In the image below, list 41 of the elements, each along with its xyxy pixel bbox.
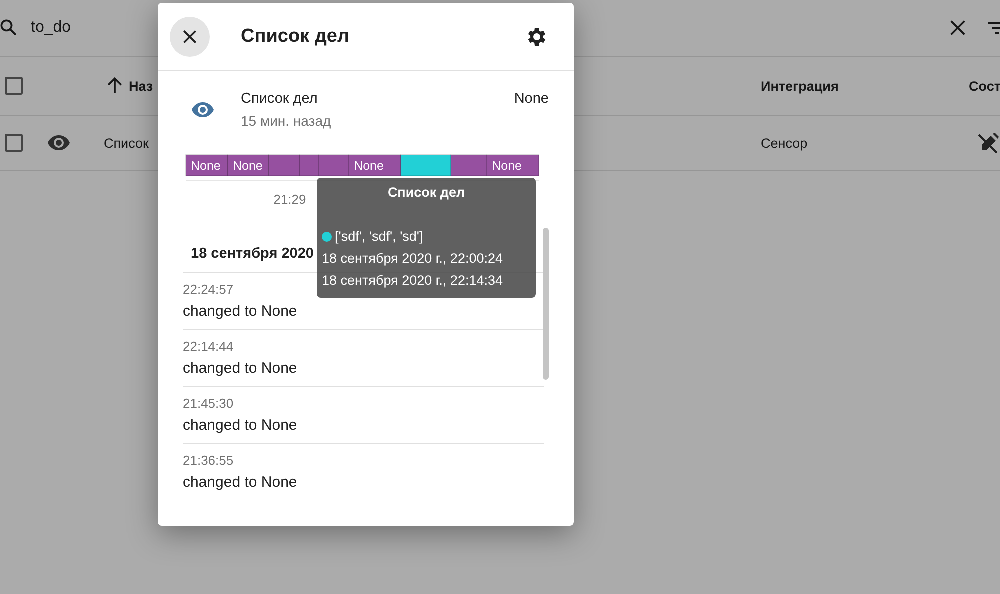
timeline-bar[interactable] <box>268 154 300 176</box>
entry-message: changed to None <box>183 474 298 491</box>
column-header[interactable]: Интеграция <box>761 78 839 94</box>
bar-label: None <box>191 159 221 173</box>
table-cell-text: Сенсор <box>761 136 809 150</box>
axis-label: 21:29 <box>274 192 306 207</box>
timeline-bar[interactable] <box>486 154 540 176</box>
entry-time: 21:45:30 <box>183 396 234 411</box>
tooltip-start: 18 сентября 2020 г., 22:00:24 <box>322 251 503 266</box>
entry-message: changed to None <box>183 360 298 377</box>
entry-time: 22:24:57 <box>183 282 234 297</box>
timeline-bar[interactable] <box>348 154 402 176</box>
search-field[interactable]: to_do <box>31 19 91 37</box>
entity-state: None <box>514 91 549 107</box>
entry-message: changed to None <box>183 417 298 434</box>
history-date: 18 сентября 2020 <box>191 246 314 262</box>
dialog-title: Список дел <box>241 26 351 48</box>
timeline-bar[interactable] <box>300 154 320 176</box>
checkbox[interactable] <box>5 77 23 95</box>
entry-message: changed to None <box>183 303 298 320</box>
scrollbar[interactable] <box>543 228 549 380</box>
entry-time: 21:36:55 <box>183 453 234 468</box>
bar-label: None <box>492 159 522 173</box>
timeline-bar[interactable] <box>186 154 228 176</box>
entry-time: 22:14:44 <box>183 339 234 354</box>
close-button[interactable] <box>170 16 210 56</box>
column-header[interactable]: Наз <box>129 78 154 94</box>
checkbox[interactable] <box>5 134 23 152</box>
last-changed: 15 мин. назад <box>241 113 332 129</box>
tooltip-end: 18 сентября 2020 г., 22:14:34 <box>322 273 503 288</box>
timeline-bar[interactable] <box>450 154 488 176</box>
entity-name: Список дел <box>241 91 319 107</box>
bar-label: None <box>233 159 263 173</box>
timeline-bar[interactable] <box>228 154 270 176</box>
table-cell-text: Список <box>104 136 150 150</box>
pencil-off-icon[interactable] <box>977 131 1000 155</box>
tooltip-value: ['sdf', 'sdf', 'sd'] <box>335 229 424 244</box>
close-icon[interactable] <box>948 18 968 38</box>
tooltip-title: Список дел <box>388 185 466 200</box>
timeline-bar[interactable] <box>318 154 350 176</box>
bar-label: None <box>354 159 384 173</box>
